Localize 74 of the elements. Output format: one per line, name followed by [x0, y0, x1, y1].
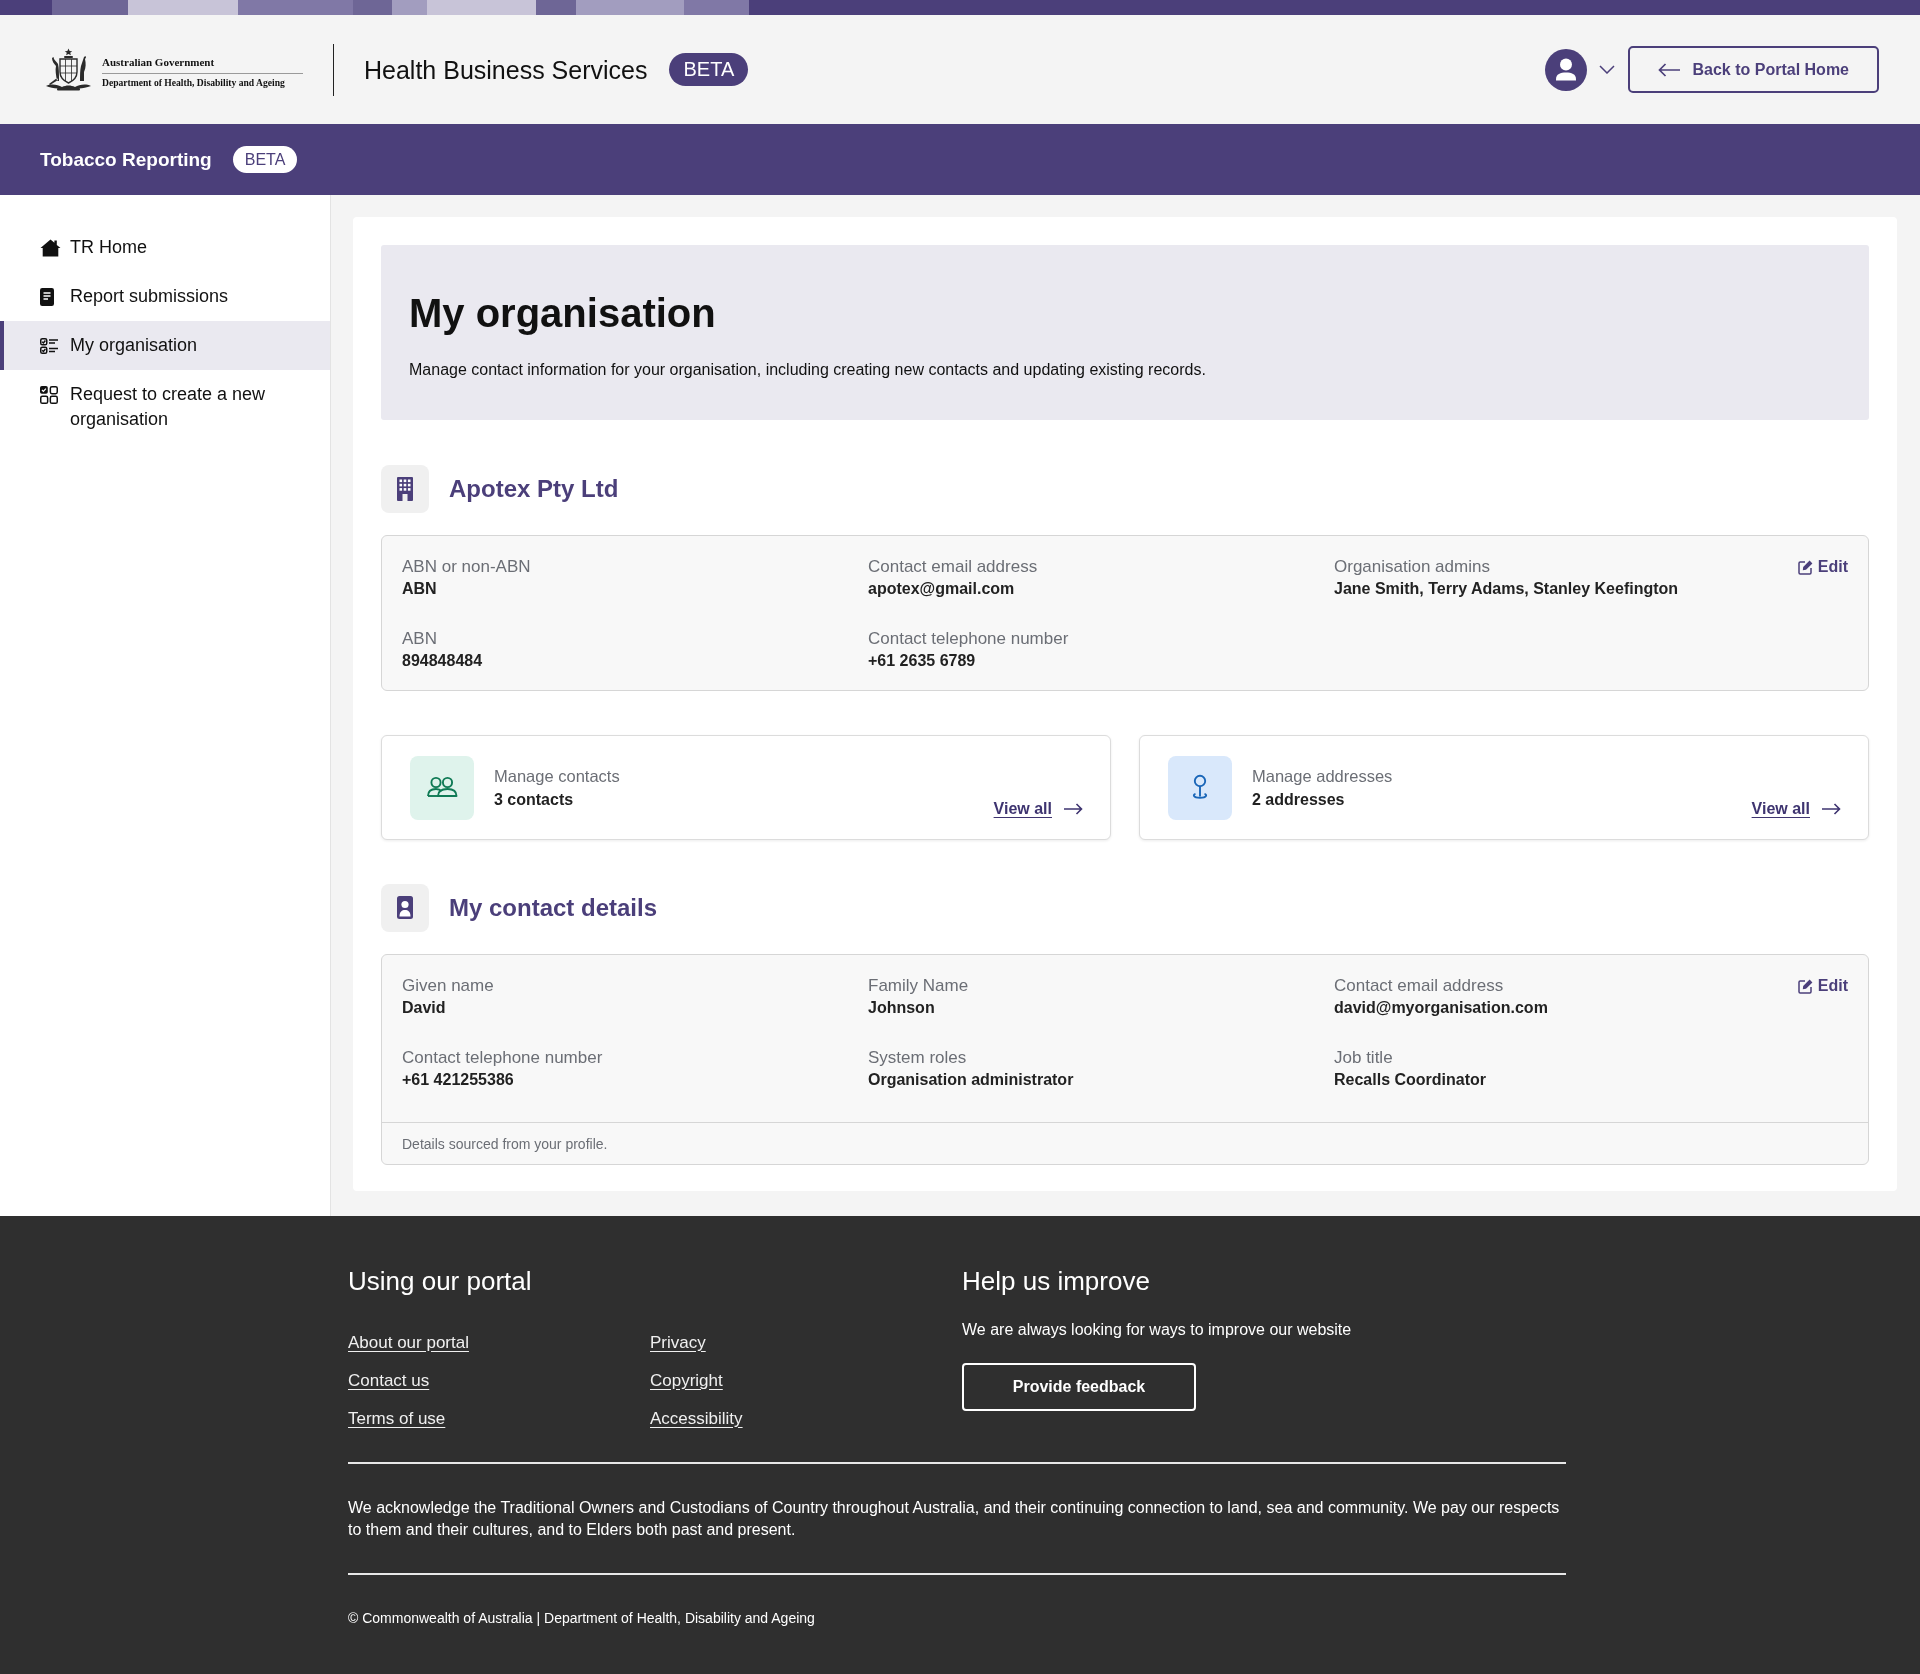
field-value: Johnson: [868, 998, 935, 1018]
page-title: My organisation: [409, 290, 717, 337]
sidebar-item[interactable]: TR Home: [0, 223, 330, 272]
field-label: Contact telephone number: [402, 1047, 603, 1069]
field-value: +61 2635 6789: [868, 651, 976, 671]
arrow-left-icon: [1657, 62, 1680, 77]
checklist-icon: [40, 337, 58, 354]
back-button[interactable]: Back to Portal Home: [1627, 46, 1879, 93]
field-value: Recalls Coordinator: [1334, 1070, 1487, 1090]
grid-icon: [40, 385, 58, 404]
field-value: 894848484: [402, 651, 483, 671]
edit-icon: [1797, 978, 1813, 994]
site-title: Health Business Services: [364, 54, 648, 86]
pin-icon: [1168, 755, 1232, 820]
footer-link[interactable]: Copyright: [650, 1370, 723, 1392]
field-value: David: [402, 998, 446, 1018]
department-name: Department of Health, Disability and Ageing: [102, 77, 285, 89]
details-note: Details sourced from your profile.: [402, 1135, 608, 1154]
app-title: Tobacco Reporting: [40, 148, 212, 171]
view-all-link[interactable]: View all: [993, 799, 1083, 819]
feedback-button[interactable]: Provide feedback: [962, 1363, 1196, 1411]
card-count: 2 addresses: [1252, 789, 1345, 810]
acknowledgement-text: We acknowledge the Traditional Owners and Custodians of Country throughout Australia, and their continuing connection to land, sea and community. We pay our respects to them and their cultures, and to Elders both past and present.: [348, 1498, 1561, 1540]
home-icon: [40, 238, 61, 257]
footer-heading: Help us improve: [962, 1265, 1150, 1297]
field-label: Given name: [402, 975, 494, 997]
account-menu-button[interactable]: [1544, 48, 1615, 91]
field-label: ABN: [402, 628, 437, 650]
card-title: Manage contacts: [494, 765, 620, 787]
card-title: Manage addresses: [1252, 765, 1393, 787]
beta-badge: BETA: [669, 53, 749, 86]
field-label: System roles: [868, 1047, 967, 1069]
field-value: Organisation administrator: [868, 1070, 1074, 1090]
field-value: ABN: [402, 579, 437, 599]
footer-link[interactable]: Accessibility: [650, 1408, 743, 1430]
footer-link[interactable]: Privacy: [650, 1332, 706, 1354]
card-count: 3 contacts: [494, 789, 574, 810]
footer-link[interactable]: Terms of use: [348, 1408, 446, 1430]
sidebar-item[interactable]: Report submissions: [0, 272, 330, 321]
section-title: Apotex Pty Ltd: [449, 474, 619, 504]
field-label: Contact email address: [868, 556, 1038, 578]
sidebar-item[interactable]: My organisation: [0, 321, 330, 370]
user-avatar-icon: [1544, 48, 1587, 91]
government-name: Australian Government: [102, 56, 215, 69]
people-icon: [410, 755, 474, 820]
sidebar-item[interactable]: Request to create a new organisation: [0, 370, 330, 444]
field-value: Jane Smith, Terry Adams, Stanley Keefington: [1334, 579, 1679, 599]
field-value: david@myorganisation.com: [1334, 998, 1548, 1018]
view-all-link[interactable]: View all: [1751, 799, 1841, 819]
footer-link[interactable]: About our portal: [348, 1332, 469, 1354]
caret-icon: [1598, 65, 1615, 74]
field-label: Organisation admins: [1334, 556, 1490, 578]
field-value: apotex@gmail.com: [868, 579, 1015, 599]
field-value: +61 421255386: [402, 1070, 514, 1090]
beta-badge: BETA: [232, 146, 298, 173]
field-label: Contact telephone number: [868, 628, 1069, 650]
footer-link[interactable]: Contact us: [348, 1370, 430, 1392]
page-description: Manage contact information for your organisation, including creating new contacts and updating existing records.: [409, 360, 1207, 380]
edit-icon: [1797, 559, 1813, 575]
field-label: Contact email address: [1334, 975, 1504, 997]
building-icon: [381, 465, 429, 513]
document-icon: [40, 287, 54, 306]
contact-card-icon: [381, 884, 429, 932]
section-title: My contact details: [449, 893, 658, 923]
arrow-right-icon: [1064, 803, 1083, 815]
arrow-right-icon: [1822, 803, 1841, 815]
copyright-text: © Commonwealth of Australia | Department of Health, Disability and Ageing: [348, 1609, 816, 1628]
field-label: ABN or non-ABN: [402, 556, 531, 578]
edit-link[interactable]: Edit: [1797, 556, 1848, 578]
feedback-text: We are always looking for ways to improve our website: [962, 1320, 1352, 1340]
field-label: Family Name: [868, 975, 969, 997]
edit-link[interactable]: Edit: [1797, 975, 1848, 997]
footer-heading: Using our portal: [348, 1265, 533, 1297]
field-label: Job title: [1334, 1047, 1393, 1069]
